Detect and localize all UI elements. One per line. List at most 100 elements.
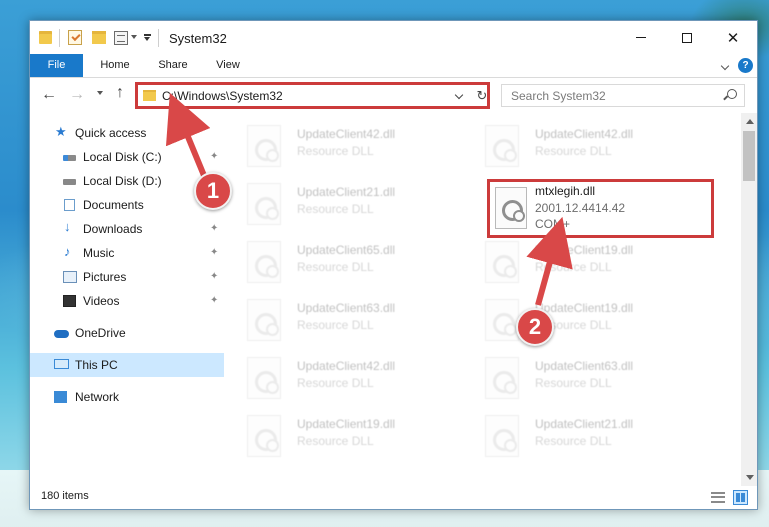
file-tile[interactable]: UpdateClient65.dll Resource DLL <box>225 235 455 293</box>
minimize-icon <box>636 37 646 38</box>
callout-step-1: 1 <box>194 172 232 210</box>
tab-view[interactable]: View <box>204 54 252 77</box>
music-icon: ♪ <box>64 244 71 259</box>
back-arrow-icon[interactable]: ← <box>41 86 57 104</box>
file-name: UpdateClient19.dll <box>535 243 634 257</box>
tiles-view-icon[interactable] <box>733 490 748 505</box>
status-bar: 180 items <box>30 486 757 509</box>
recent-locations-icon[interactable] <box>97 91 103 95</box>
file-description: Resource DLL <box>297 144 374 158</box>
file-name: UpdateClient42.dll <box>297 127 396 141</box>
file-name: UpdateClient42.dll <box>297 359 396 373</box>
file-description: Resource DLL <box>297 202 374 216</box>
sidebar-item-quick-access[interactable]: ★ Quick access <box>30 121 224 145</box>
file-tile[interactable]: UpdateClient19.dll Resource DLL <box>463 293 693 351</box>
sidebar-item-this-pc[interactable]: This PC <box>30 353 224 377</box>
videos-icon <box>63 295 76 307</box>
callout-step-2: 2 <box>516 308 554 346</box>
tab-share[interactable]: Share <box>148 54 198 77</box>
file-tile[interactable]: UpdateClient42.dll Resource DLL <box>225 351 455 409</box>
item-count: 180 items <box>41 490 89 502</box>
minimize-button[interactable] <box>618 21 664 54</box>
sidebar-item-pictures[interactable]: Pictures ✦ <box>30 265 224 289</box>
new-folder-icon[interactable] <box>92 31 106 44</box>
file-tile[interactable]: UpdateClient63.dll Resource DLL <box>225 293 455 351</box>
file-description: Resource DLL <box>297 434 374 448</box>
dll-file-icon <box>247 357 281 399</box>
sidebar-item-label: Music <box>83 246 115 260</box>
sidebar-item-downloads[interactable]: ↓ Downloads ✦ <box>30 217 224 241</box>
file-description: Resource DLL <box>297 318 374 332</box>
file-tile[interactable]: UpdateClient63.dll Resource DLL <box>463 351 693 409</box>
sidebar-item-local-disk-c[interactable]: Local Disk (C:) ✦ <box>30 145 224 169</box>
vertical-scrollbar[interactable] <box>741 113 757 486</box>
close-icon: ✕ <box>726 29 740 47</box>
expand-ribbon-icon[interactable] <box>720 61 730 71</box>
file-version: 2001.12.4414.42 <box>535 201 626 215</box>
file-tile[interactable]: UpdateClient42.dll Resource DLL <box>463 119 693 177</box>
file-tile[interactable]: UpdateClient19.dll Resource DLL <box>463 235 693 293</box>
this-pc-icon <box>54 359 69 369</box>
navigation-pane: ★ Quick access Local Disk (C:) ✦ Local D… <box>30 113 224 486</box>
divider <box>59 29 60 47</box>
details-view-icon[interactable] <box>711 492 725 503</box>
sidebar-item-label: This PC <box>75 358 118 372</box>
network-icon <box>54 391 67 403</box>
sidebar-item-label: Network <box>75 390 120 404</box>
highlighted-file-tile[interactable]: mtxlegih.dll 2001.12.4414.42 COM+ <box>487 179 714 238</box>
file-tile[interactable]: UpdateClient42.dll Resource DLL <box>225 119 455 177</box>
file-tile[interactable]: UpdateClient19.dll Resource DLL <box>225 409 455 467</box>
file-name: UpdateClient21.dll <box>535 417 634 431</box>
file-name: UpdateClient65.dll <box>297 243 396 257</box>
forward-arrow-icon[interactable]: → <box>69 86 85 104</box>
navigation-bar: ← → ↑ C:\Windows\System32 ↻ Search Syste… <box>30 79 757 113</box>
sidebar-item-label: Local Disk (C:) <box>83 150 162 164</box>
search-placeholder: Search System32 <box>511 89 606 103</box>
file-name: UpdateClient63.dll <box>535 359 634 373</box>
dll-file-icon <box>485 125 519 167</box>
window-title: System32 <box>169 31 227 46</box>
customize-toolbar-arrow-icon[interactable] <box>144 37 150 41</box>
file-description: Resource DLL <box>297 260 374 274</box>
sidebar-item-label: Downloads <box>83 222 143 236</box>
up-arrow-icon[interactable]: ↑ <box>116 84 124 102</box>
file-name: UpdateClient19.dll <box>297 417 396 431</box>
scroll-thumb[interactable] <box>743 131 755 181</box>
sidebar-item-label: OneDrive <box>75 326 126 340</box>
file-list: UpdateClient42.dll Resource DLL UpdateCl… <box>225 113 741 486</box>
help-icon[interactable]: ? <box>738 58 753 73</box>
maximize-button[interactable] <box>664 21 710 54</box>
sidebar-item-label: Videos <box>83 294 120 308</box>
dll-file-icon <box>247 183 281 225</box>
pin-icon: ✦ <box>210 271 219 282</box>
dll-file-icon <box>247 299 281 341</box>
tab-home[interactable]: Home <box>88 54 142 77</box>
sidebar-item-videos[interactable]: Videos ✦ <box>30 289 224 313</box>
sidebar-item-music[interactable]: ♪ Music ✦ <box>30 241 224 265</box>
properties-check-icon[interactable] <box>68 30 82 45</box>
customize-toolbar-icon[interactable] <box>144 34 151 36</box>
divider <box>158 29 159 47</box>
tab-file[interactable]: File <box>30 54 83 77</box>
dll-file-icon <box>485 241 519 283</box>
dll-file-icon <box>485 415 519 457</box>
pin-icon: ✦ <box>210 223 219 234</box>
sidebar-item-label: Pictures <box>83 270 127 284</box>
chevron-down-icon[interactable] <box>131 35 137 39</box>
file-tile[interactable]: UpdateClient21.dll Resource DLL <box>225 177 455 235</box>
sidebar-item-network[interactable]: Network <box>30 385 224 409</box>
dll-file-icon <box>247 415 281 457</box>
sidebar-item-onedrive[interactable]: OneDrive <box>30 321 224 345</box>
quick-access-star-icon: ★ <box>55 124 67 139</box>
downloads-icon: ↓ <box>64 219 71 234</box>
file-description: Resource DLL <box>535 434 612 448</box>
scroll-down-icon[interactable] <box>746 475 754 480</box>
search-icon[interactable] <box>727 89 737 99</box>
scroll-up-icon[interactable] <box>746 119 754 124</box>
rename-icon[interactable] <box>114 31 128 45</box>
drive-icon <box>63 155 76 161</box>
search-input[interactable]: Search System32 <box>501 84 745 107</box>
file-tile[interactable]: UpdateClient21.dll Resource DLL <box>463 409 693 467</box>
close-button[interactable]: ✕ <box>710 21 756 54</box>
dll-file-icon <box>247 241 281 283</box>
